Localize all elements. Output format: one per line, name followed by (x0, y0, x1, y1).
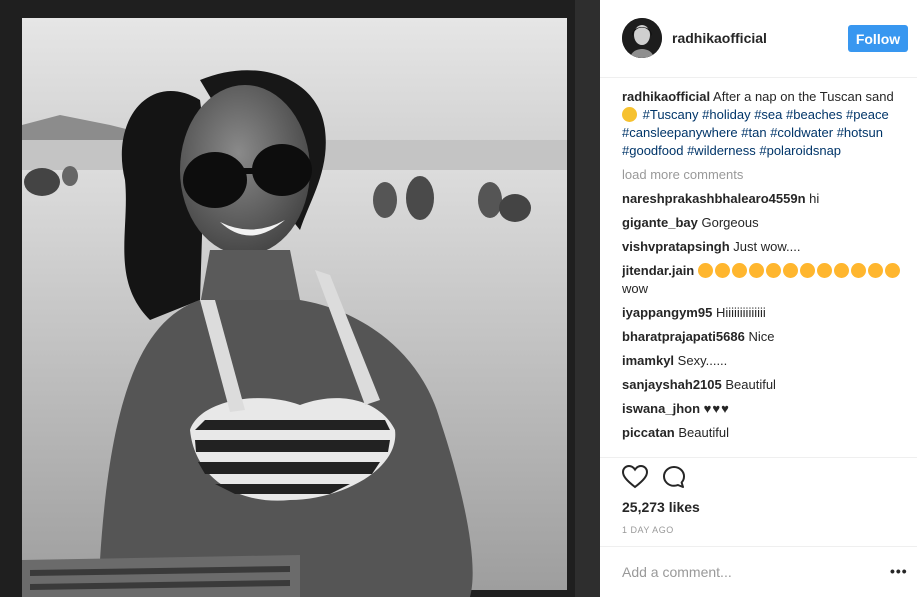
kiss-emoji-icon (714, 263, 730, 278)
caption-username[interactable]: radhikaofficial (622, 89, 710, 104)
comment-text: Beautiful (725, 377, 776, 392)
divider (600, 457, 917, 458)
post-author-username[interactable]: radhikaofficial (672, 30, 767, 46)
heart-eyes-emoji-icon (884, 263, 900, 278)
sunglasses-emoji-icon (622, 107, 637, 122)
comment-username[interactable]: iyappangym95 (622, 305, 712, 320)
likes-count[interactable]: 25,273 likes (622, 499, 700, 515)
comment-item: sanjayshah2105 Beautiful (622, 376, 902, 394)
post-photo[interactable] (0, 0, 600, 597)
follow-button[interactable]: Follow (848, 25, 908, 52)
hashtag[interactable]: #goodfood (622, 143, 683, 158)
hashtag[interactable]: #beaches (786, 107, 842, 122)
comment-text: hi (809, 191, 820, 206)
avatar[interactable] (622, 18, 662, 58)
heart-eyes-emoji-icon (799, 263, 815, 278)
heart-eyes-emoji-icon (850, 263, 866, 278)
comment-item: nareshprakashbhalearo4559n hi (622, 190, 902, 208)
heart-eyes-emoji-icon (816, 263, 832, 278)
divider (600, 546, 917, 547)
comment-username[interactable]: jitendar.jain (622, 263, 694, 278)
comment-item: bharatprajapati5686 Nice (622, 328, 902, 346)
comments-list[interactable]: radhikaofficial After a nap on the Tusca… (622, 88, 902, 455)
comment-username[interactable]: sanjayshah2105 (622, 377, 722, 392)
beach-photo-image (0, 0, 600, 597)
comment-text: Gorgeous (701, 215, 759, 230)
comment-text: wow (622, 281, 649, 296)
comment-item: iyappangym95 Hiiiiiiiiiiiiii (622, 304, 902, 322)
comment-username[interactable]: bharatprajapati5686 (622, 329, 745, 344)
kiss-emoji-icon (765, 263, 781, 278)
heart-eyes-emoji-icon (833, 263, 849, 278)
post-side-panel: radhikaofficial Follow radhikaofficial A… (600, 0, 917, 597)
comment-text: Sexy...... (677, 353, 728, 368)
comment-username[interactable]: iswana_jhon (622, 401, 700, 416)
load-more-comments-link[interactable]: load more comments (622, 166, 902, 184)
hashtag[interactable]: #coldwater (770, 125, 833, 140)
hashtag[interactable]: #polaroidsnap (759, 143, 841, 158)
caption-text: After a nap on the Tuscan sand (713, 89, 894, 104)
comment-username[interactable]: piccatan (622, 425, 675, 440)
comment-text: Hiiiiiiiiiiiiii (715, 305, 766, 320)
comment-username[interactable]: nareshprakashbhalearo4559n (622, 191, 806, 206)
comment-bubble-icon[interactable] (662, 465, 686, 494)
hashtag[interactable]: #sea (754, 107, 782, 122)
comment-username[interactable]: vishvpratapsingh (622, 239, 730, 254)
post-timestamp[interactable]: 1 DAY AGO (622, 525, 674, 535)
hashtag[interactable]: #Tuscany (643, 107, 699, 122)
add-comment-input[interactable]: Add a comment... (622, 564, 732, 580)
hashtag[interactable]: #wilderness (687, 143, 756, 158)
comment-text: Nice (748, 329, 775, 344)
like-heart-icon[interactable] (621, 464, 649, 494)
post-caption: radhikaofficial After a nap on the Tusca… (622, 88, 902, 160)
more-options-icon[interactable]: ••• (890, 563, 908, 579)
comment-text: ♥♥♥ (703, 401, 730, 416)
kiss-emoji-icon (731, 263, 747, 278)
kiss-emoji-icon (748, 263, 764, 278)
comment-item: imamkyl Sexy...... (622, 352, 902, 370)
comment-username[interactable]: imamkyl (622, 353, 674, 368)
comment-text: Beautiful (678, 425, 729, 440)
kiss-emoji-icon (697, 263, 713, 278)
comment-item: gigante_bay Gorgeous (622, 214, 902, 232)
hashtag[interactable]: #hotsun (837, 125, 883, 140)
comment-item: piccatan Beautiful (622, 424, 902, 442)
heart-eyes-emoji-icon (867, 263, 883, 278)
comment-username[interactable]: gigante_bay (622, 215, 698, 230)
hashtag[interactable]: #cansleepanywhere (622, 125, 738, 140)
comment-item: jitendar.jain wow (622, 262, 902, 298)
hashtag[interactable]: #holiday (702, 107, 750, 122)
comment-item: iswana_jhon ♥♥♥ (622, 400, 902, 418)
comment-item: vishvpratapsingh Just wow.... (622, 238, 902, 256)
hashtag[interactable]: #tan (741, 125, 766, 140)
hashtag[interactable]: #peace (846, 107, 889, 122)
comment-text: Just wow.... (733, 239, 801, 254)
post-actions (621, 463, 702, 494)
post-header: radhikaofficial Follow (600, 0, 917, 78)
heart-eyes-emoji-icon (782, 263, 798, 278)
